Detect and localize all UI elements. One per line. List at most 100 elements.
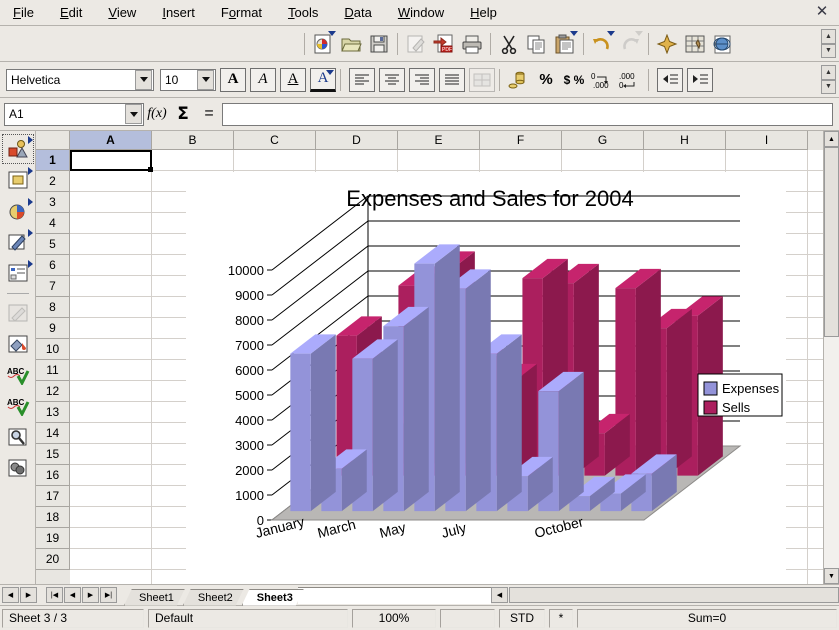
cut-icon[interactable]	[495, 30, 523, 58]
column-header-f[interactable]: F	[480, 131, 562, 150]
column-header-a[interactable]: A	[70, 131, 152, 150]
row-header-18[interactable]: 18	[36, 507, 70, 528]
next-sheet-button[interactable]: ▶	[82, 587, 99, 603]
column-header-b[interactable]: B	[152, 131, 234, 150]
hscroll-right-button[interactable]: ▶	[20, 587, 37, 603]
add-decimal-button[interactable]: 0 .000	[588, 66, 616, 94]
chevron-down-icon[interactable]	[197, 69, 214, 90]
menu-tools[interactable]: Tools	[275, 2, 331, 23]
gallery-icon[interactable]	[3, 454, 33, 482]
edit-file-icon[interactable]	[402, 30, 430, 58]
row-header-9[interactable]: 9	[36, 318, 70, 339]
bold-button[interactable]: A	[220, 67, 246, 92]
row-header-4[interactable]: 4	[36, 213, 70, 234]
underline-button[interactable]: A	[280, 67, 306, 92]
formatbar-scroll-buttons[interactable]: ▲ ▼	[821, 65, 836, 94]
row-header-8[interactable]: 8	[36, 297, 70, 318]
font-size-combo[interactable]: 10	[160, 68, 216, 91]
vscroll-track[interactable]	[824, 337, 839, 568]
menu-window[interactable]: Window	[385, 2, 457, 23]
row-header-10[interactable]: 10	[36, 339, 70, 360]
sheet-tab-sheet3[interactable]: Sheet3	[242, 589, 304, 606]
new-document-icon[interactable]	[309, 30, 337, 58]
row-header-3[interactable]: 3	[36, 192, 70, 213]
close-icon[interactable]: ✕	[814, 4, 830, 20]
percent-format-button[interactable]: %	[532, 66, 560, 94]
status-modified[interactable]: *	[549, 608, 573, 628]
italic-button[interactable]: A	[250, 67, 276, 92]
row-header-13[interactable]: 13	[36, 402, 70, 423]
column-header-c[interactable]: C	[234, 131, 316, 150]
scroll-up-button[interactable]: ▲	[824, 131, 839, 147]
sheet-tab-sheet1[interactable]: Sheet1	[124, 589, 185, 606]
row-header-19[interactable]: 19	[36, 528, 70, 549]
column-header-e[interactable]: E	[398, 131, 480, 150]
decrease-indent-button[interactable]	[657, 67, 683, 92]
formula-input[interactable]	[222, 102, 833, 126]
equals-icon[interactable]: =	[196, 105, 222, 123]
redo-icon[interactable]	[616, 30, 644, 58]
insert-shape-icon[interactable]	[3, 166, 33, 194]
menu-help[interactable]: Help	[457, 2, 510, 23]
spellcheck-icon[interactable]: ABC	[3, 361, 33, 389]
menu-insert[interactable]: Insert	[149, 2, 208, 23]
row-header-6[interactable]: 6	[36, 255, 70, 276]
merge-cells-button[interactable]	[469, 67, 495, 92]
chevron-down-icon[interactable]	[326, 69, 334, 75]
find-replace-icon[interactable]	[3, 423, 33, 451]
background-color-icon[interactable]	[3, 330, 33, 358]
autospellcheck-icon[interactable]: ABC	[3, 392, 33, 420]
column-header-g[interactable]: G	[562, 131, 644, 150]
row-header-5[interactable]: 5	[36, 234, 70, 255]
currency-format-button[interactable]	[504, 66, 532, 94]
font-name-combo[interactable]: Helvetica	[6, 68, 154, 91]
data-sources-icon[interactable]	[681, 30, 709, 58]
insert-chart-icon[interactable]	[3, 197, 33, 225]
row-header-15[interactable]: 15	[36, 444, 70, 465]
align-center-button[interactable]	[379, 67, 405, 92]
undo-icon[interactable]	[588, 30, 616, 58]
align-justify-button[interactable]	[439, 67, 465, 92]
hscroll-thumb[interactable]	[509, 587, 839, 603]
status-zoom[interactable]: 100%	[352, 608, 436, 628]
align-left-button[interactable]	[349, 67, 375, 92]
row-header-20[interactable]: 20	[36, 549, 70, 570]
print-icon[interactable]	[458, 30, 486, 58]
row-header-17[interactable]: 17	[36, 486, 70, 507]
toolbar-scroll-buttons[interactable]: ▲ ▼	[821, 29, 836, 58]
font-color-button[interactable]: A	[310, 67, 336, 92]
name-box[interactable]: A1	[4, 102, 144, 126]
scroll-down-button[interactable]: ▼	[824, 568, 839, 584]
row-header-12[interactable]: 12	[36, 381, 70, 402]
sum-icon[interactable]: Σ	[170, 104, 196, 124]
cell-area[interactable]: Expenses and Sales for 2004 10000 9000 8000…	[70, 150, 823, 584]
delete-decimal-button[interactable]: .000 0	[616, 66, 644, 94]
draw-functions-icon[interactable]	[3, 228, 33, 256]
last-sheet-button[interactable]: ▶|	[100, 587, 117, 603]
menu-edit[interactable]: Edit	[47, 2, 95, 23]
column-header-h[interactable]: H	[644, 131, 726, 150]
fill-handle[interactable]	[148, 167, 153, 172]
vscroll-thumb[interactable]	[824, 147, 839, 337]
menu-file[interactable]: File	[0, 2, 47, 23]
align-right-button[interactable]	[409, 67, 435, 92]
hscroll-track-left[interactable]: ◀	[491, 587, 508, 603]
column-header-i[interactable]: I	[726, 131, 808, 150]
autoformat-icon[interactable]	[3, 299, 33, 327]
row-header-11[interactable]: 11	[36, 360, 70, 381]
row-header-16[interactable]: 16	[36, 465, 70, 486]
status-selection-mode[interactable]: STD	[499, 608, 545, 628]
menu-view[interactable]: View	[95, 2, 149, 23]
open-icon[interactable]	[337, 30, 365, 58]
export-pdf-icon[interactable]: PDF	[430, 30, 458, 58]
increase-indent-button[interactable]	[687, 67, 713, 92]
menu-data[interactable]: Data	[331, 2, 384, 23]
row-header-2[interactable]: 2	[36, 171, 70, 192]
cell-cursor[interactable]	[70, 150, 153, 172]
save-icon[interactable]	[365, 30, 393, 58]
menu-format[interactable]: Format	[208, 2, 275, 23]
spelling-icon[interactable]	[653, 30, 681, 58]
prev-sheet-button[interactable]: ◀	[64, 587, 81, 603]
chevron-down-icon[interactable]	[125, 104, 142, 124]
number-format-button[interactable]: $ %	[560, 66, 588, 94]
